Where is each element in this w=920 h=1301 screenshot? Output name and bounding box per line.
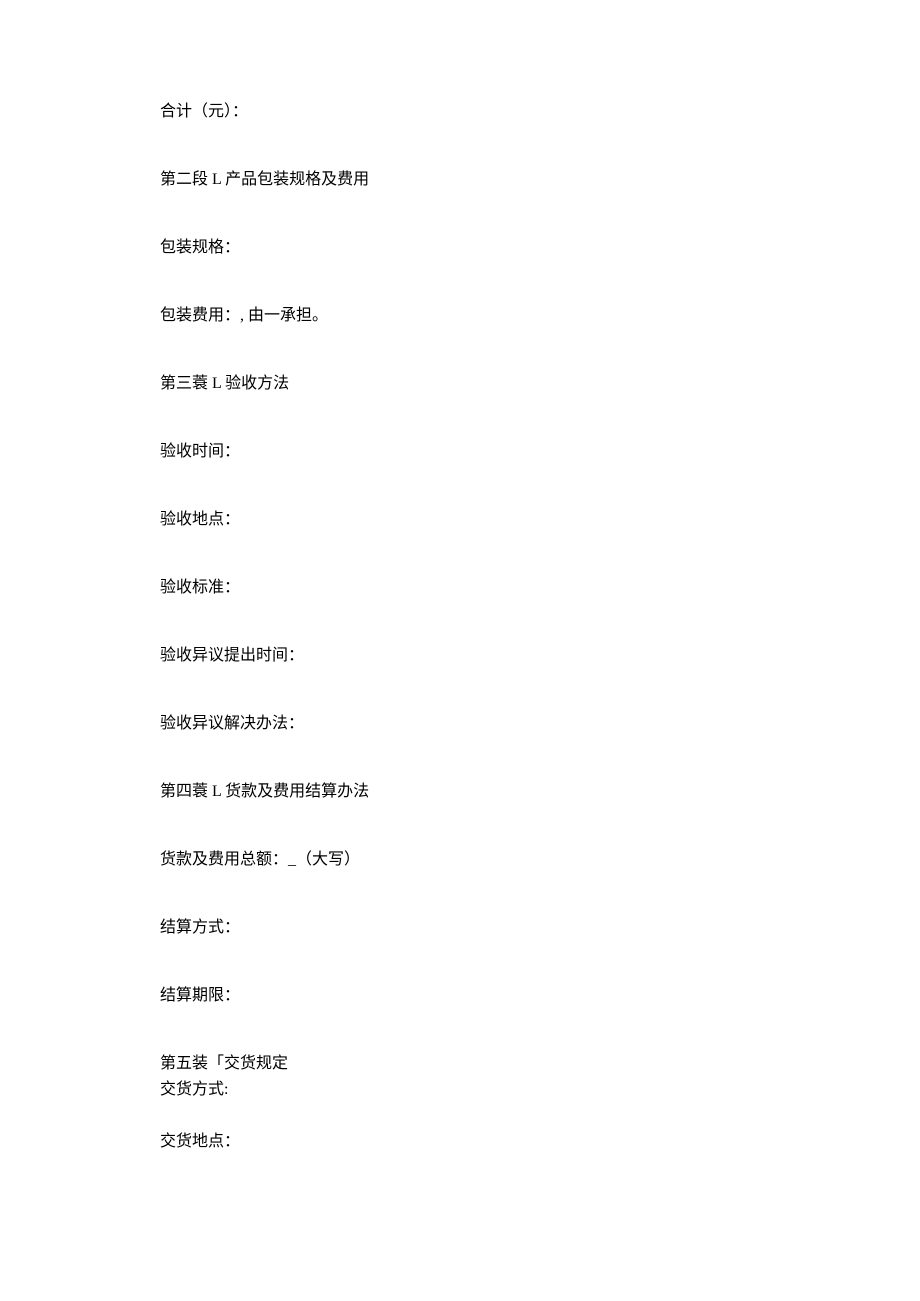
line-inspection-standard: 验收标准： <box>160 576 760 600</box>
line-inspection-time: 验收时间： <box>160 440 760 464</box>
line-section2-heading: 第二段 L 产品包装规格及费用 <box>160 168 760 192</box>
line-section3-heading: 第三蓑 L 验收方法 <box>160 372 760 396</box>
line-objection-resolution: 验收异议解决办法： <box>160 712 760 736</box>
line-objection-time: 验收异议提出时间： <box>160 644 760 668</box>
line-settlement-method: 结算方式： <box>160 916 760 940</box>
line-delivery-location: 交货地点： <box>160 1130 760 1154</box>
line-packaging-cost: 包装费用：, 由一承担。 <box>160 304 760 328</box>
line-total-yuan: 合计（元）： <box>160 100 760 124</box>
line-settlement-deadline: 结算期限： <box>160 984 760 1008</box>
line-delivery-method: 交货方式: <box>160 1078 760 1102</box>
line-inspection-location: 验收地点： <box>160 508 760 532</box>
line-packaging-spec: 包装规格： <box>160 236 760 260</box>
line-section4-heading: 第四蓑 L 货款及费用结算办法 <box>160 780 760 804</box>
line-total-amount: 货款及费用总额：_（大写） <box>160 848 760 872</box>
line-section5-heading: 第五装「交货规定 <box>160 1052 760 1076</box>
